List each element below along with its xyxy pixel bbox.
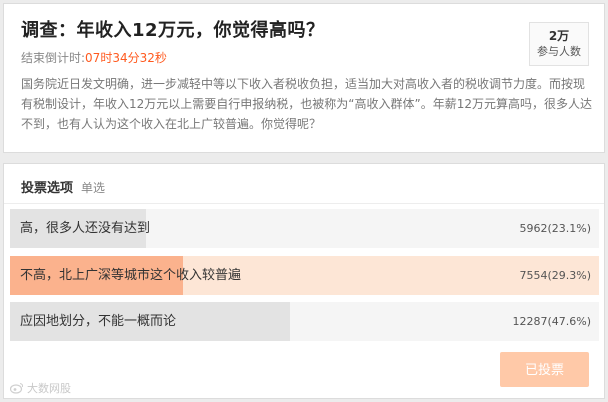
vote-type: 单选 xyxy=(81,181,106,195)
watermark-text: 大数网股 xyxy=(27,382,71,395)
countdown-label: 结束倒计时: xyxy=(21,51,86,65)
vote-option[interactable]: 高，很多人还没有达到 5962(23.1%) xyxy=(10,209,599,248)
watermark: 大数网股 xyxy=(10,380,71,396)
vote-option-count: 5962(23.1%) xyxy=(519,222,591,235)
survey-title: 调查：年收入12万元，你觉得高吗？ xyxy=(21,20,325,41)
vote-option-selected[interactable]: 不高，北上广深等城市这个收入较普遍 7554(29.3%) xyxy=(10,256,599,295)
countdown-time: 07时34分32秒 xyxy=(85,51,167,65)
weibo-logo-icon xyxy=(10,383,24,394)
vote-option-label: 高，很多人还没有达到 xyxy=(20,221,151,236)
vote-header: 投票选项 单选 xyxy=(4,164,604,204)
voted-button[interactable]: 已投票 xyxy=(500,352,589,387)
survey-card: 调查：年收入12万元，你觉得高吗？ 结束倒计时:07时34分32秒 国务院近日发… xyxy=(3,3,605,153)
vote-header-title: 投票选项 xyxy=(21,181,74,196)
survey-description: 国务院近日发文明确，进一步减轻中等以下收入者税收负担，适当加大对高收入者的税收调… xyxy=(21,77,592,131)
countdown: 结束倒计时:07时34分32秒 xyxy=(21,50,588,66)
participants-count: 2万 xyxy=(548,29,570,43)
participants-label: 参与人数 xyxy=(537,45,581,58)
vote-option-label: 应因地划分，不能一概而论 xyxy=(20,314,177,329)
vote-card: 投票选项 单选 高，很多人还没有达到 5962(23.1%) 不高，北上广深等城市… xyxy=(3,163,605,399)
vote-option-count: 12287(47.6%) xyxy=(512,315,591,328)
vote-option-count: 7554(29.3%) xyxy=(519,269,591,282)
participants-badge: 2万 参与人数 xyxy=(529,22,589,66)
vote-option-label: 不高，北上广深等城市这个收入较普遍 xyxy=(20,268,242,283)
vote-option[interactable]: 应因地划分，不能一概而论 12287(47.6%) xyxy=(10,302,599,341)
